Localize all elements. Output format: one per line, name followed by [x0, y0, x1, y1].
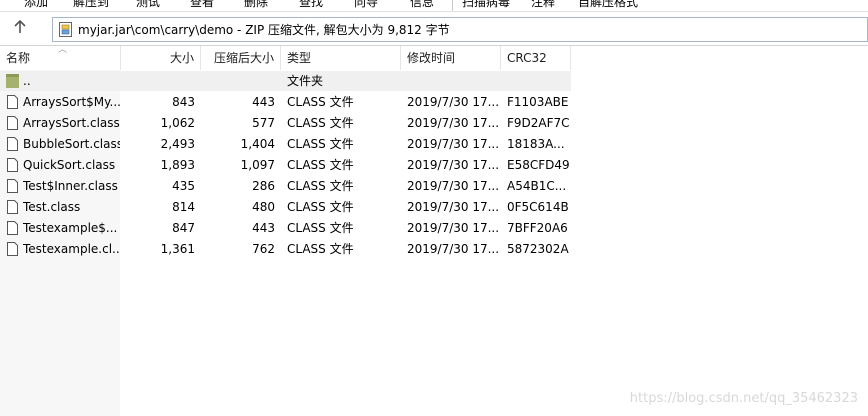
file-name: Testexample.cl...	[23, 242, 120, 256]
toolbar-comment-button[interactable]: 注释	[531, 0, 555, 10]
file-icon	[7, 158, 18, 172]
sort-ascending-icon: ︿	[58, 46, 68, 55]
file-packed-size: 577	[252, 116, 275, 130]
column-header-size[interactable]: 大小	[121, 46, 201, 70]
path-field[interactable]: myjar.jar\com\carry\demo - ZIP 压缩文件, 解包大…	[52, 17, 868, 42]
file-size: 1,361	[160, 242, 195, 256]
file-size: 1,062	[160, 116, 195, 130]
file-size: 1,893	[160, 158, 195, 172]
toolbar-view-button[interactable]: 查看	[190, 0, 214, 10]
list-item[interactable]: Testexample.cl... 1,361 762 CLASS 文件 201…	[0, 239, 571, 260]
file-name: ArraysSort.class	[23, 116, 120, 130]
watermark: https://blog.csdn.net/qq_35462323	[629, 391, 858, 406]
toolbar-add-button[interactable]: 添加	[24, 0, 48, 10]
file-type: CLASS 文件	[287, 200, 354, 214]
file-name: Test$Inner.class	[23, 179, 118, 193]
file-modified: 2019/7/30 17...	[407, 116, 499, 130]
file-modified: 2019/7/30 17...	[407, 179, 499, 193]
toolbar: 添加 解压到 测试 查看 删除 查找 向导 信息 扫描病毒 注释 自解压格式	[0, 0, 868, 12]
list-item-parent-folder[interactable]: .. 文件夹	[0, 71, 571, 92]
toolbar-delete-button[interactable]: 删除	[244, 0, 268, 10]
file-name: QuickSort.class	[23, 158, 116, 172]
file-modified: 2019/7/30 17...	[407, 95, 499, 109]
file-size: 2,493	[160, 137, 195, 151]
file-name: ..	[23, 74, 31, 88]
toolbar-test-button[interactable]: 测试	[136, 0, 160, 10]
file-packed-size: 443	[252, 95, 275, 109]
file-size: 847	[172, 221, 195, 235]
file-list[interactable]: ︿ 名称 大小 压缩后大小 类型 修改时间 CRC32 .. 文件夹 Array…	[0, 46, 868, 416]
file-packed-size: 286	[252, 179, 275, 193]
file-icon	[7, 95, 18, 109]
archive-icon	[59, 22, 72, 37]
file-type: CLASS 文件	[287, 221, 354, 235]
file-crc32: A54B1C...	[507, 179, 567, 193]
file-modified: 2019/7/30 17...	[407, 221, 499, 235]
file-icon	[7, 221, 18, 235]
list-item[interactable]: Testexample$... 847 443 CLASS 文件 2019/7/…	[0, 218, 571, 239]
file-icon	[7, 137, 18, 151]
list-item[interactable]: BubbleSort.class 2,493 1,404 CLASS 文件 20…	[0, 134, 571, 155]
column-header-modified[interactable]: 修改时间	[401, 46, 501, 70]
list-item[interactable]: Test.class 814 480 CLASS 文件 2019/7/30 17…	[0, 197, 571, 218]
file-type: CLASS 文件	[287, 179, 354, 193]
file-icon	[7, 242, 18, 256]
file-crc32: E58CFD49	[507, 158, 569, 172]
file-crc32: 7BFF20A6	[507, 221, 568, 235]
file-packed-size: 762	[252, 242, 275, 256]
file-type: CLASS 文件	[287, 242, 354, 256]
file-type: 文件夹	[287, 74, 324, 88]
file-icon	[7, 116, 18, 130]
path-bar: myjar.jar\com\carry\demo - ZIP 压缩文件, 解包大…	[0, 12, 868, 46]
column-headers: ︿ 名称 大小 压缩后大小 类型 修改时间 CRC32	[0, 46, 571, 70]
file-packed-size: 1,097	[240, 158, 275, 172]
file-packed-size: 480	[252, 200, 275, 214]
file-icon	[7, 179, 18, 193]
file-packed-size: 1,404	[240, 137, 275, 151]
file-name: Testexample$...	[23, 221, 118, 235]
toolbar-extract-button[interactable]: 解压到	[73, 0, 109, 10]
file-name: ArraysSort$My...	[23, 95, 120, 109]
file-type: CLASS 文件	[287, 95, 354, 109]
file-modified: 2019/7/30 17...	[407, 137, 499, 151]
path-text: myjar.jar\com\carry\demo - ZIP 压缩文件, 解包大…	[78, 23, 450, 37]
file-type: CLASS 文件	[287, 137, 354, 151]
toolbar-sfx-button[interactable]: 自解压格式	[578, 0, 638, 10]
file-crc32: 0F5C614B	[507, 200, 569, 214]
file-name: Test.class	[23, 200, 81, 214]
file-packed-size: 443	[252, 221, 275, 235]
file-icon	[7, 200, 18, 214]
toolbar-info-button[interactable]: 信息	[410, 0, 434, 10]
file-crc32: F9D2AF7C	[507, 116, 569, 130]
file-size: 435	[172, 179, 195, 193]
folder-up-icon	[6, 74, 19, 88]
column-header-name[interactable]: ︿ 名称	[0, 46, 121, 70]
file-type: CLASS 文件	[287, 158, 354, 172]
list-item[interactable]: QuickSort.class 1,893 1,097 CLASS 文件 201…	[0, 155, 571, 176]
file-modified: 2019/7/30 17...	[407, 158, 499, 172]
column-header-type[interactable]: 类型	[281, 46, 401, 70]
toolbar-virus-scan-button[interactable]: 扫描病毒	[462, 0, 510, 10]
list-item[interactable]: ArraysSort.class 1,062 577 CLASS 文件 2019…	[0, 113, 571, 134]
toolbar-wizard-button[interactable]: 向导	[354, 0, 378, 10]
file-type: CLASS 文件	[287, 116, 354, 130]
file-crc32: 18183A...	[507, 137, 565, 151]
list-item[interactable]: Test$Inner.class 435 286 CLASS 文件 2019/7…	[0, 176, 571, 197]
toolbar-separator	[452, 0, 453, 11]
file-name: BubbleSort.class	[23, 137, 120, 151]
file-size: 814	[172, 200, 195, 214]
file-modified: 2019/7/30 17...	[407, 200, 499, 214]
toolbar-find-button[interactable]: 查找	[299, 0, 323, 10]
list-item[interactable]: ArraysSort$My... 843 443 CLASS 文件 2019/7…	[0, 92, 571, 113]
file-size: 843	[172, 95, 195, 109]
file-crc32: F1103ABE	[507, 95, 569, 109]
file-modified: 2019/7/30 17...	[407, 242, 499, 256]
file-crc32: 5872302A	[507, 242, 569, 256]
column-header-crc32[interactable]: CRC32	[501, 46, 571, 70]
column-header-packed-size[interactable]: 压缩后大小	[201, 46, 281, 70]
up-arrow-icon[interactable]	[10, 19, 30, 38]
